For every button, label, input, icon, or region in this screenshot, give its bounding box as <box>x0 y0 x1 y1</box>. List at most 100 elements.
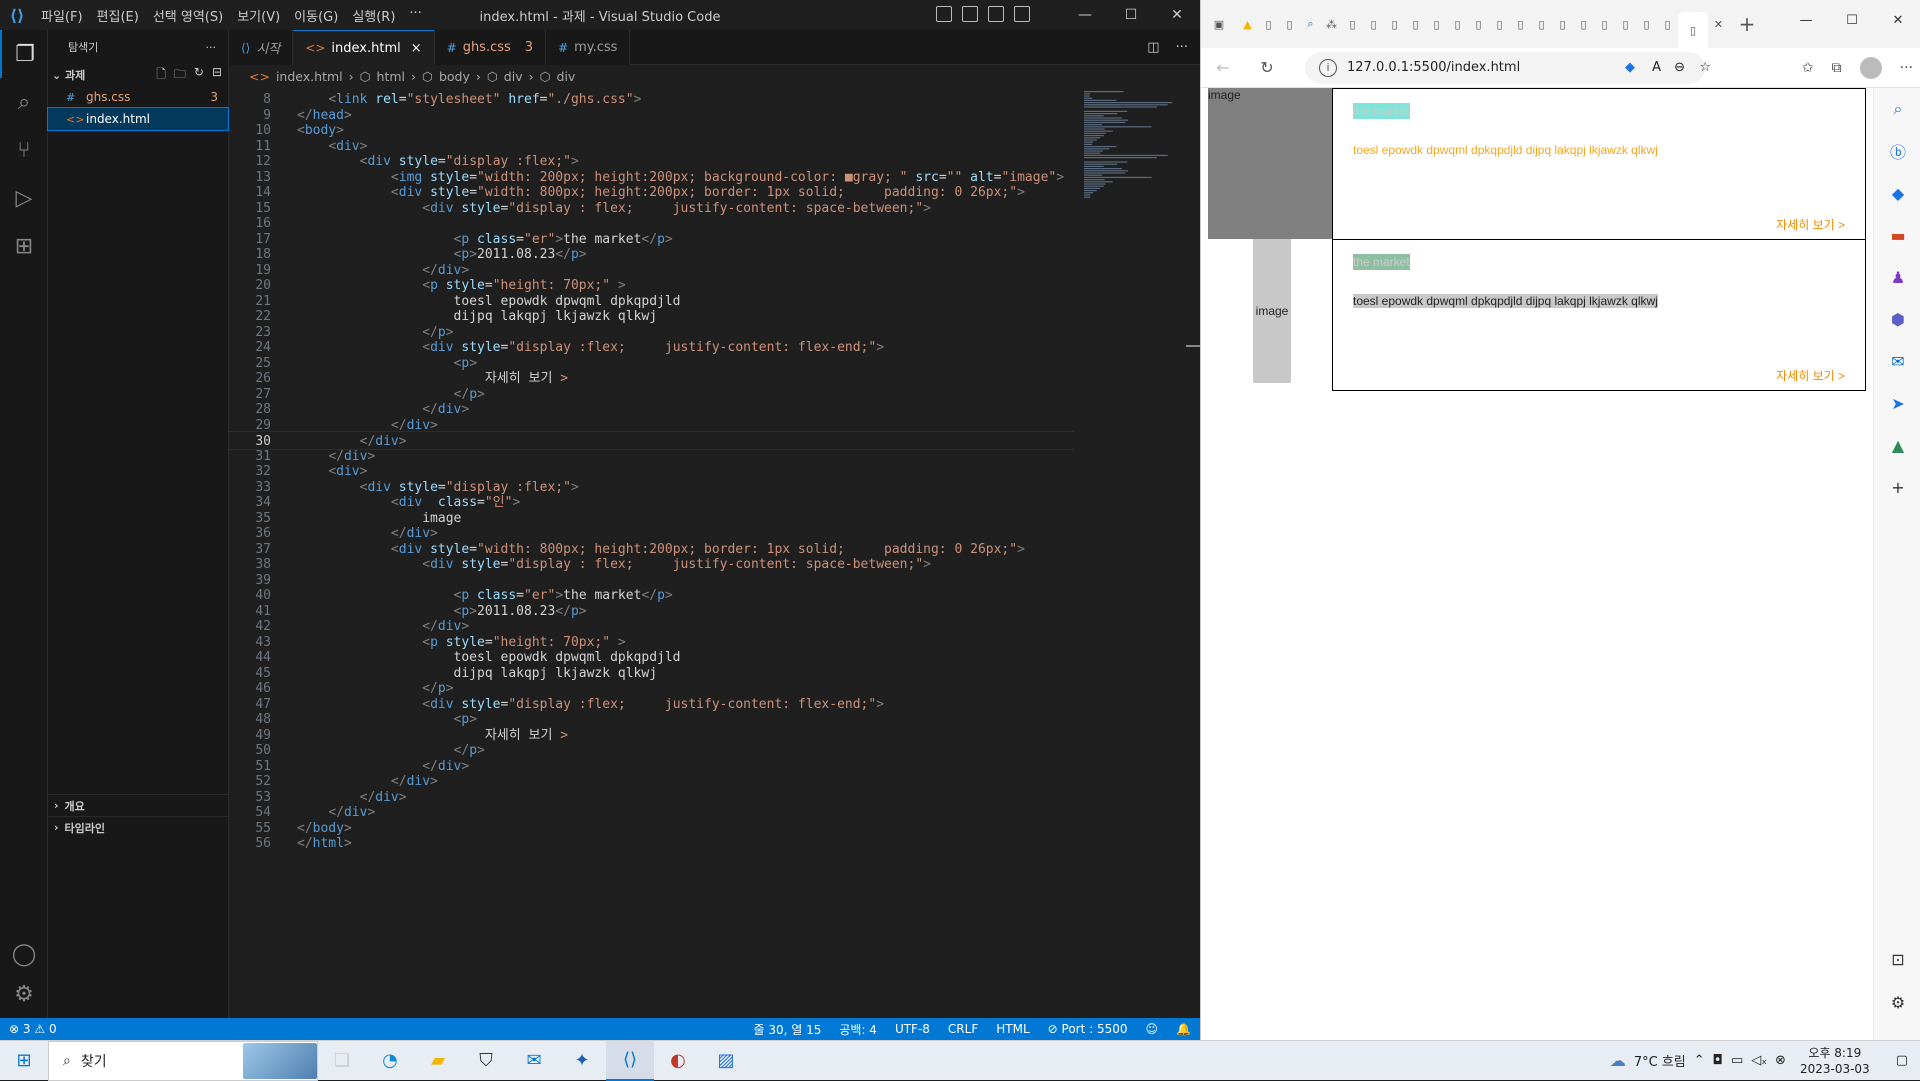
end-of-line[interactable]: CRLF <box>939 1022 987 1036</box>
tab-ghs-css[interactable]: # ghs.css 3 <box>434 30 547 65</box>
page-favicon-icon[interactable]: ▯ <box>1552 14 1573 34</box>
info-icon[interactable]: i <box>1319 58 1337 77</box>
close-icon[interactable]: ✕ <box>1875 0 1920 40</box>
breadcrumb-item[interactable]: div <box>504 69 523 84</box>
outlook-icon[interactable]: ✉ <box>1874 340 1920 382</box>
app-icon[interactable]: ✦ <box>558 1041 606 1081</box>
menu-run[interactable]: 실행(R) <box>345 6 402 25</box>
page-favicon-icon[interactable]: ▯ <box>1468 14 1489 34</box>
page-favicon-icon[interactable]: ▯ <box>1594 14 1615 34</box>
weather-text[interactable]: 7°C 흐림 <box>1634 1051 1686 1070</box>
page-favicon-icon[interactable]: ▯ <box>1258 14 1279 34</box>
taskbar-search[interactable]: ⌕ 찾기 <box>48 1040 318 1081</box>
task-view-icon[interactable]: ❏ <box>318 1041 366 1081</box>
shopping-tag-icon[interactable]: ◆ <box>1874 172 1920 214</box>
clock[interactable]: 오후 8:19 2023-03-03 <box>1794 1045 1876 1077</box>
page-favicon-icon[interactable]: ▯ <box>1426 14 1447 34</box>
chevron-up-icon[interactable]: ⌃ <box>1694 1053 1705 1068</box>
close-icon[interactable]: ✕ <box>1154 0 1200 30</box>
minimize-icon[interactable]: — <box>1062 0 1108 30</box>
page-favicon-icon[interactable]: ▯ <box>1447 14 1468 34</box>
cursor-position[interactable]: 줄 30, 열 15 <box>744 1021 830 1038</box>
no-network-icon[interactable]: ⊗ <box>1775 1053 1786 1068</box>
refresh-icon[interactable]: ↻ <box>1245 58 1289 77</box>
tab-actions-icon[interactable]: ▣ <box>1201 14 1237 34</box>
breadcrumb-item[interactable]: body <box>439 69 470 84</box>
new-file-icon[interactable]: 🗋 <box>156 65 166 86</box>
refresh-icon[interactable]: ↻ <box>194 65 204 86</box>
page-favicon-icon[interactable]: ▯ <box>1615 14 1636 34</box>
page-favicon-icon[interactable]: ▯ <box>1405 14 1426 34</box>
mail-icon[interactable]: ✉ <box>510 1041 558 1081</box>
page-favicon-icon[interactable]: ▯ <box>1363 14 1384 34</box>
collections-icon[interactable]: ⧉ <box>1832 60 1842 76</box>
split-editor-icon[interactable]: ◫ <box>1147 40 1159 55</box>
file-item-ghs-css[interactable]: # ghs.css 3 <box>48 86 228 108</box>
breadcrumb-item[interactable]: div <box>557 69 576 84</box>
file-explorer-icon[interactable]: ▰ <box>414 1041 462 1081</box>
breadcrumb-item[interactable]: index.html <box>276 69 343 84</box>
tree-icon[interactable]: ▲ <box>1874 424 1920 466</box>
settings-more-icon[interactable]: ··· <box>1900 60 1913 76</box>
camera-icon[interactable]: ◘ <box>1713 1053 1723 1068</box>
minimize-icon[interactable]: — <box>1783 0 1829 40</box>
close-tab-icon[interactable]: × <box>411 41 422 56</box>
page-favicon-icon[interactable]: ▯ <box>1636 14 1657 34</box>
toggle-secondary-sidebar-icon[interactable] <box>988 6 1004 22</box>
extensions-icon[interactable]: ⊞ <box>0 222 48 270</box>
zoom-out-icon[interactable]: ⊖ <box>1674 60 1685 75</box>
tab-my-css[interactable]: # my.css <box>546 30 631 65</box>
more-actions-icon[interactable]: ··· <box>1176 40 1188 55</box>
language-mode[interactable]: HTML <box>987 1022 1038 1036</box>
page-favicon-icon[interactable]: ▯ <box>1657 14 1678 34</box>
timeline-section[interactable]: › 타임라인 <box>48 816 229 838</box>
games-icon[interactable]: ♟ <box>1874 256 1920 298</box>
microsoft365-icon[interactable]: ⬢ <box>1874 298 1920 340</box>
profile-avatar[interactable] <box>1859 56 1882 79</box>
add-favorite-icon[interactable]: ☆ <box>1699 60 1711 75</box>
page-favicon-icon[interactable]: ▯ <box>1510 14 1531 34</box>
add-sidebar-item-icon[interactable]: + <box>1874 466 1920 508</box>
minimap[interactable] <box>1080 87 1184 1018</box>
more-link[interactable]: 자세히 보기 > <box>1776 216 1845 233</box>
more-link[interactable]: 자세히 보기 > <box>1776 367 1845 384</box>
problems-indicator[interactable]: ⊗ 3 ⚠ 0 <box>0 1022 66 1036</box>
maximize-icon[interactable]: ☐ <box>1108 0 1154 30</box>
folder-root[interactable]: ⌄ 과제 🗋 🗀 ↻ ⊟ <box>48 64 228 86</box>
edge-icon[interactable]: ◔ <box>366 1041 414 1081</box>
search-icon[interactable]: ⌕ <box>0 78 48 126</box>
page-favicon-icon[interactable]: ▯ <box>1573 14 1594 34</box>
windows-start-icon[interactable]: ⊞ <box>0 1041 48 1081</box>
close-tab-icon[interactable]: ✕ <box>1708 14 1729 34</box>
manage-gear-icon[interactable]: ⚙ <box>0 970 48 1018</box>
read-aloud-icon[interactable]: A <box>1652 60 1661 75</box>
page-favicon-icon[interactable]: ▯ <box>1531 14 1552 34</box>
volume-muted-icon[interactable]: ◁ₓ <box>1751 1053 1767 1068</box>
drive-favicon-icon[interactable]: ▲ <box>1237 14 1258 34</box>
notifications-bell-icon[interactable]: 🔔 <box>1167 1022 1200 1036</box>
page-favicon-icon[interactable]: ▯ <box>1342 14 1363 34</box>
bing-chat-icon[interactable]: ⓑ <box>1874 130 1920 172</box>
network-icon[interactable]: ▭ <box>1731 1053 1743 1068</box>
menu-edit[interactable]: 편집(E) <box>90 6 146 25</box>
grid-favicon-icon[interactable]: ⁂ <box>1321 14 1342 34</box>
send-icon[interactable]: ➤ <box>1874 382 1920 424</box>
tab-start[interactable]: ⟨⟩ 시작 <box>229 30 294 65</box>
customize-layout-icon[interactable] <box>1014 6 1030 22</box>
toggle-sidebar-icon[interactable] <box>936 6 952 22</box>
breadcrumb-item[interactable]: html <box>377 69 405 84</box>
page-favicon-icon[interactable]: ▯ <box>1489 14 1510 34</box>
live-server-port[interactable]: ⊘ Port : 5500 <box>1039 1022 1137 1036</box>
hide-sidebar-icon[interactable]: ⊡ <box>1874 938 1920 980</box>
tab-index-html[interactable]: <> index.html × <box>293 30 435 65</box>
new-tab-icon[interactable]: + <box>1729 12 1765 36</box>
page-favicon-icon[interactable]: ▯ <box>1384 14 1405 34</box>
search-favicon-icon[interactable]: ⌕ <box>1300 14 1321 34</box>
page-favicon-icon[interactable]: ▯ <box>1279 14 1300 34</box>
active-tab[interactable]: ▯ <box>1678 12 1708 48</box>
photos-icon[interactable]: ▨ <box>702 1041 750 1081</box>
code-editor[interactable]: 8 <link rel="stylesheet" href="./ghs.css… <box>229 87 1189 1018</box>
encoding[interactable]: UTF-8 <box>886 1022 939 1036</box>
tools-briefcase-icon[interactable]: ▬ <box>1874 214 1920 256</box>
new-folder-icon[interactable]: 🗀 <box>174 65 186 86</box>
